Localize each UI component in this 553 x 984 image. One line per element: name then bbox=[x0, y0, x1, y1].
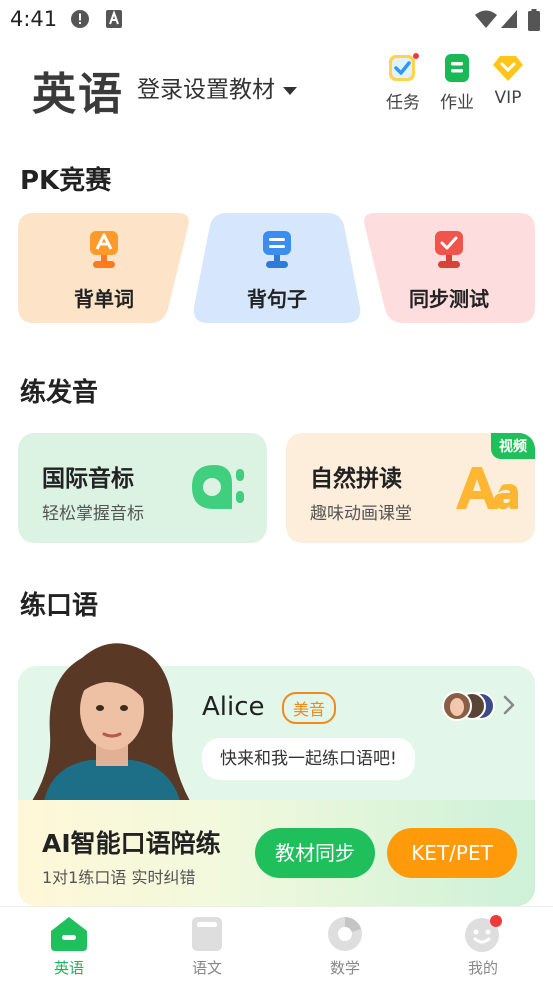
aa-letters-icon bbox=[454, 463, 520, 517]
pk-card-sync-test[interactable]: 同步测试 bbox=[363, 213, 535, 323]
vip-diamond-icon bbox=[493, 56, 523, 81]
textbook-selector-label: 登录设置教材 bbox=[137, 77, 275, 103]
tab-english[interactable]: 英语 bbox=[29, 915, 109, 978]
phonics-card[interactable]: 视频 自然拼读 趣味动画课堂 bbox=[286, 433, 535, 543]
tutor-avatars[interactable] bbox=[441, 691, 497, 721]
wifi-icon bbox=[474, 9, 498, 33]
phonetics-card-title: 国际音标 bbox=[42, 466, 134, 492]
header: 英语 登录设置教材 任务 作业 VIP bbox=[0, 50, 553, 120]
status-bar: 4:41 bbox=[0, 0, 553, 38]
status-time: 4:41 bbox=[10, 7, 58, 31]
tutor-message-bubble: 快来和我一起练口语吧! bbox=[202, 738, 415, 780]
homework-button[interactable]: 作业 bbox=[435, 52, 479, 113]
alert-icon bbox=[70, 9, 90, 33]
pie-icon bbox=[328, 917, 362, 951]
a-text-icon bbox=[105, 9, 123, 33]
pk-section-title: PK竞赛 bbox=[20, 166, 112, 196]
ai-practice-title: AI智能口语陪练 bbox=[42, 829, 221, 858]
trophy-a-icon bbox=[84, 229, 124, 275]
bottom-nav: 英语 语文 数学 我的 bbox=[0, 906, 553, 984]
task-checklist-icon bbox=[389, 53, 419, 81]
signal-icon bbox=[500, 9, 518, 33]
caret-down-icon bbox=[283, 86, 297, 95]
tab-chinese[interactable]: 语文 bbox=[167, 915, 247, 978]
tab-english-label: 英语 bbox=[53, 959, 84, 977]
vip-label: VIP bbox=[494, 88, 522, 108]
trophy-check-icon bbox=[429, 229, 469, 275]
video-badge: 视频 bbox=[491, 433, 535, 459]
tab-math-label: 数学 bbox=[329, 959, 360, 977]
task-label: 任务 bbox=[386, 93, 420, 113]
tutor-name: Alice bbox=[202, 692, 265, 722]
pk-card-sync-test-label: 同步测试 bbox=[409, 287, 489, 311]
tab-chinese-label: 语文 bbox=[191, 959, 222, 977]
pk-card-sentences-label: 背句子 bbox=[247, 287, 307, 311]
task-button[interactable]: 任务 bbox=[381, 52, 425, 113]
textbook-selector[interactable]: 登录设置教材 bbox=[137, 70, 297, 104]
phonetics-card-subtitle: 轻松掌握音标 bbox=[42, 504, 144, 524]
phonics-card-title: 自然拼读 bbox=[310, 466, 402, 492]
vip-button[interactable]: VIP bbox=[486, 52, 530, 108]
ai-practice-subtitle: 1对1练口语 实时纠错 bbox=[42, 868, 196, 887]
pk-card-words[interactable]: 背单词 bbox=[18, 213, 190, 323]
book-icon bbox=[192, 917, 222, 951]
pronunciation-section-title: 练发音 bbox=[20, 378, 99, 408]
tab-me[interactable]: 我的 bbox=[443, 915, 523, 978]
smile-icon bbox=[465, 915, 502, 952]
phonics-card-subtitle: 趣味动画课堂 bbox=[310, 504, 412, 524]
textbook-sync-button[interactable]: 教材同步 bbox=[255, 828, 375, 878]
homework-label: 作业 bbox=[440, 93, 474, 113]
battery-icon bbox=[528, 9, 540, 35]
tab-me-label: 我的 bbox=[467, 959, 498, 977]
accent-tag: 美音 bbox=[282, 692, 337, 724]
chevron-right-icon[interactable] bbox=[503, 695, 515, 719]
trophy-lines-icon bbox=[257, 229, 297, 275]
pk-card-words-label: 背单词 bbox=[74, 287, 134, 311]
homework-icon bbox=[445, 54, 469, 82]
pk-card-sentences[interactable]: 背句子 bbox=[192, 213, 362, 323]
speaking-section-title: 练口语 bbox=[20, 591, 99, 621]
tab-math[interactable]: 数学 bbox=[305, 915, 385, 978]
phonetic-a-icon bbox=[188, 461, 248, 519]
phonetics-card[interactable]: 国际音标 轻松掌握音标 bbox=[18, 433, 267, 543]
ket-pet-button[interactable]: KET/PET bbox=[387, 828, 517, 878]
home-icon bbox=[51, 917, 87, 951]
tutor-portrait bbox=[22, 638, 200, 801]
subject-title: 英语 bbox=[32, 69, 124, 120]
